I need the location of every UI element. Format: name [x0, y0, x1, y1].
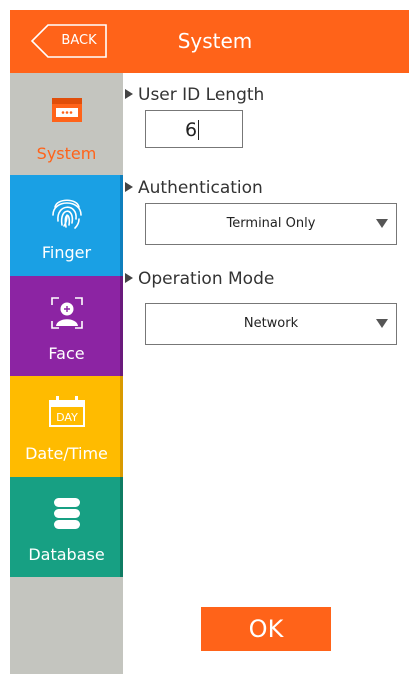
sidebar-item-label: Face: [48, 344, 85, 363]
sidebar-item-label: Date/Time: [25, 444, 108, 463]
authentication-dropdown[interactable]: Terminal Only: [145, 203, 397, 245]
triangle-bullet-icon: [125, 182, 133, 192]
dropdown-arrow-icon: [376, 319, 388, 328]
operation-mode-label: Operation Mode: [123, 269, 274, 289]
sidebar-item-face[interactable]: Face: [10, 276, 123, 376]
dropdown-arrow-icon: [376, 219, 388, 228]
face-icon: [10, 290, 123, 330]
sidebar-item-label: Database: [28, 545, 105, 564]
database-icon: [10, 491, 123, 531]
sidebar: System Finger Face DAY Date/Time Databas…: [10, 73, 123, 674]
sidebar-item-datetime[interactable]: DAY Date/Time: [10, 376, 123, 477]
sidebar-item-system[interactable]: System: [10, 73, 123, 175]
fingerprint-icon: [10, 189, 123, 229]
device-screen: BACK System System Finger Face DAY Date/…: [10, 10, 409, 674]
operation-mode-selected-value: Network: [243, 316, 299, 331]
back-button[interactable]: BACK: [30, 24, 108, 58]
user-id-length-input[interactable]: 6: [145, 110, 243, 148]
triangle-bullet-icon: [125, 273, 133, 283]
sidebar-item-database[interactable]: Database: [10, 477, 123, 577]
page-title: System: [177, 29, 253, 53]
sidebar-item-label: System: [36, 144, 97, 163]
user-id-length-label: User ID Length: [123, 85, 264, 105]
calendar-icon: DAY: [10, 390, 123, 430]
authentication-label: Authentication: [123, 178, 263, 198]
triangle-bullet-icon: [125, 89, 133, 99]
sidebar-item-finger[interactable]: Finger: [10, 175, 123, 276]
system-icon: [10, 87, 123, 127]
header-bar: BACK System: [10, 10, 409, 73]
calendar-icon-text: DAY: [56, 411, 78, 424]
text-cursor: [198, 119, 200, 140]
sidebar-item-label: Finger: [41, 243, 92, 262]
operation-mode-dropdown[interactable]: Network: [145, 303, 397, 345]
back-button-label: BACK: [61, 33, 97, 48]
authentication-selected-value: Terminal Only: [226, 216, 316, 231]
ok-button[interactable]: OK: [201, 607, 331, 651]
